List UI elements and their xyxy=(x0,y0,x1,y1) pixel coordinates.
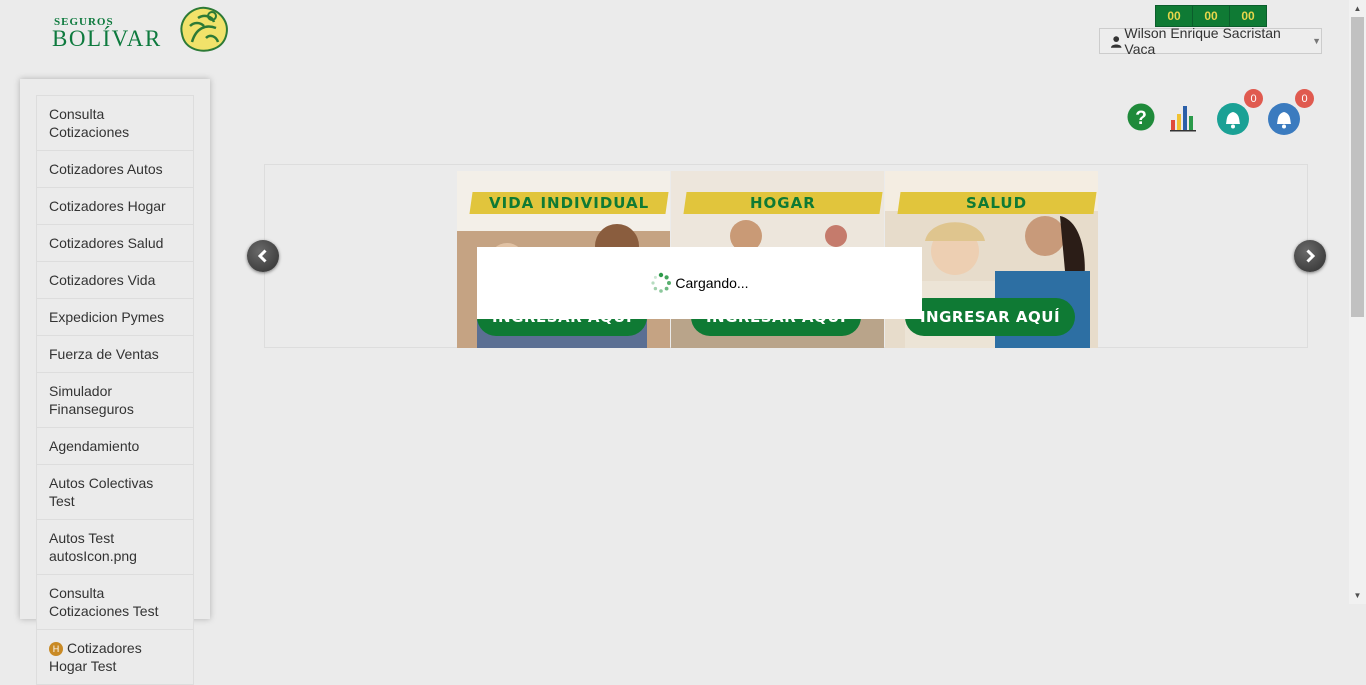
caret-down-icon: ▼ xyxy=(1312,36,1321,46)
sidebar-item-expedicion-pymes[interactable]: Expedicion Pymes xyxy=(36,299,194,336)
bar-chart-icon[interactable] xyxy=(1170,104,1198,132)
svg-text:?: ? xyxy=(1135,108,1147,129)
brand-name-big: BOLÍVAR xyxy=(52,26,162,51)
sidebar-menu: Consulta Cotizaciones Cotizadores Autos … xyxy=(36,95,194,685)
sidebar-item-agendamiento[interactable]: Agendamiento xyxy=(36,428,194,465)
notifications-badge: 0 xyxy=(1244,89,1263,108)
sidebar-item-label: Cotizadores Autos xyxy=(49,161,163,177)
sidebar-item-cotizadores-salud[interactable]: Cotizadores Salud xyxy=(36,225,194,262)
bell-icon xyxy=(1268,103,1300,135)
user-name: Wilson Enrique Sacristan Vaca xyxy=(1124,25,1281,57)
timer-hours: 00 xyxy=(1156,6,1192,26)
alerts-button[interactable]: 0 xyxy=(1267,89,1314,136)
timer-seconds: 00 xyxy=(1229,6,1266,26)
chevron-right-icon xyxy=(1306,249,1316,263)
sidebar-item-label: Cotizadores Salud xyxy=(49,235,164,251)
scroll-up-icon[interactable]: ▲ xyxy=(1349,0,1366,17)
spinner-icon xyxy=(651,272,672,293)
sidebar-item-label: Simulador Finanseguros xyxy=(49,383,134,417)
sidebar-item-label: Cotizadores Hogar Test xyxy=(49,640,142,674)
sidebar-item-autos-colectivas-test[interactable]: Autos Colectivas Test xyxy=(36,465,194,520)
sidebar-item-consulta-cotizaciones-test[interactable]: Consulta Cotizaciones Test xyxy=(36,575,194,630)
scroll-down-icon[interactable]: ▼ xyxy=(1349,587,1366,604)
brand-emblem-icon xyxy=(180,6,228,52)
sidebar-item-label: Agendamiento xyxy=(49,438,140,454)
sidebar-item-consulta-cotizaciones[interactable]: Consulta Cotizaciones xyxy=(36,95,194,151)
user-menu-button[interactable]: Wilson Enrique Sacristan Vaca ▼ xyxy=(1099,25,1322,57)
chevron-left-icon xyxy=(257,249,267,263)
sidebar-item-autos-test[interactable]: Autos Test autosIcon.png xyxy=(36,520,194,575)
card-title: SALUD xyxy=(897,192,1097,214)
session-timer: 00 00 00 xyxy=(1155,5,1267,27)
brand-logo[interactable]: SEGUROS BOLÍVAR xyxy=(52,6,232,56)
card-title: VIDA INDIVIDUAL xyxy=(469,192,669,214)
sidebar-item-fuerza-de-ventas[interactable]: Fuerza de Ventas xyxy=(36,336,194,373)
sidebar-item-cotizadores-hogar-test[interactable]: H Cotizadores Hogar Test xyxy=(36,630,194,685)
scroll-thumb[interactable] xyxy=(1351,17,1364,317)
user-icon xyxy=(1110,35,1122,48)
sidebar-item-label: Fuerza de Ventas xyxy=(49,346,159,362)
carousel-prev-button[interactable] xyxy=(247,240,279,272)
sidebar-item-label: Autos Test autosIcon.png xyxy=(49,530,137,564)
sidebar: Consulta Cotizaciones Cotizadores Autos … xyxy=(20,79,210,685)
sidebar-item-label: Cotizadores Hogar xyxy=(49,198,166,214)
alerts-badge: 0 xyxy=(1295,89,1314,108)
sidebar-item-label: Expedicion Pymes xyxy=(49,309,165,325)
home-badge-icon: H xyxy=(49,642,63,657)
sidebar-item-simulador-finanseguros[interactable]: Simulador Finanseguros xyxy=(36,373,194,428)
sidebar-item-label: Consulta Cotizaciones Test xyxy=(49,585,159,619)
sidebar-item-label: Consulta Cotizaciones xyxy=(49,106,130,140)
page-scrollbar[interactable]: ▲ ▼ xyxy=(1349,0,1366,604)
question-circle-icon[interactable]: ? xyxy=(1127,103,1155,131)
sidebar-item-label: Cotizadores Vida xyxy=(49,272,156,288)
sidebar-item-cotizadores-hogar[interactable]: Cotizadores Hogar xyxy=(36,188,194,225)
chat-bell-icon xyxy=(1217,103,1249,135)
notifications-button[interactable]: 0 xyxy=(1216,89,1263,136)
sidebar-item-label: Autos Colectivas Test xyxy=(49,475,154,509)
loading-text: Cargando... xyxy=(675,275,749,291)
carousel-next-button[interactable] xyxy=(1294,240,1326,272)
timer-minutes: 00 xyxy=(1192,6,1229,26)
sidebar-item-cotizadores-autos[interactable]: Cotizadores Autos xyxy=(36,151,194,188)
card-title: HOGAR xyxy=(683,192,883,214)
sidebar-item-cotizadores-vida[interactable]: Cotizadores Vida xyxy=(36,262,194,299)
ingresar-button[interactable]: INGRESAR AQUÍ xyxy=(905,298,1075,336)
loading-dialog: Cargando... xyxy=(477,247,922,319)
